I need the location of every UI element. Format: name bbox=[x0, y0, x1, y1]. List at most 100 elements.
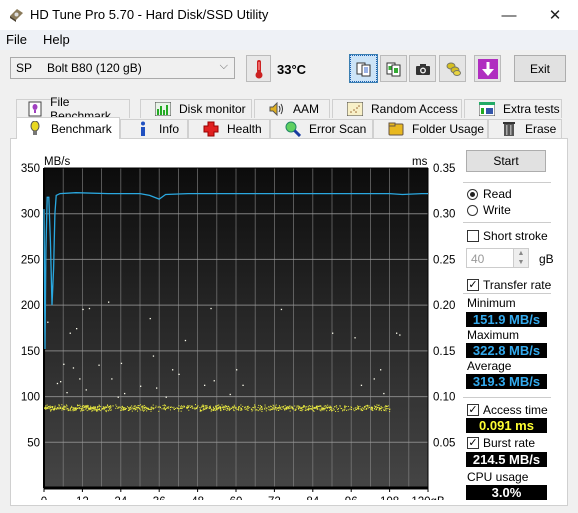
access-time-point bbox=[383, 409, 385, 411]
tab-aam-label: AAM bbox=[293, 102, 320, 116]
access-time-point bbox=[265, 410, 267, 412]
access-time-point bbox=[380, 369, 382, 371]
tab-erase[interactable]: Erase bbox=[488, 119, 562, 138]
access-time-point bbox=[147, 407, 149, 409]
access-time-point bbox=[233, 410, 235, 412]
drive-select[interactable]: SP Bolt B80 (120 gB) ⌵ bbox=[10, 57, 235, 79]
access-time-point bbox=[357, 407, 359, 409]
start-button[interactable]: Start bbox=[466, 150, 546, 172]
divider bbox=[463, 397, 551, 398]
access-time-point bbox=[59, 407, 61, 409]
access-time-point bbox=[228, 408, 230, 410]
tab-extra-tests-label: Extra tests bbox=[503, 102, 560, 116]
screenshot-button[interactable] bbox=[409, 55, 436, 82]
access-time-point bbox=[202, 404, 204, 406]
access-time-point bbox=[142, 405, 144, 407]
tab-benchmark-label: Benchmark bbox=[51, 121, 112, 136]
access-time-checkbox[interactable]: ✓ bbox=[467, 404, 479, 416]
access-time-point bbox=[150, 410, 152, 412]
tab-disk-monitor[interactable]: Disk monitor bbox=[140, 99, 252, 118]
burst-rate-checkbox[interactable]: ✓ bbox=[467, 437, 479, 449]
access-time-point bbox=[98, 408, 100, 410]
access-time-point bbox=[54, 406, 56, 408]
short-stroke-spinner[interactable]: 40 ▲ ▼ bbox=[466, 248, 529, 268]
access-time-point bbox=[312, 407, 314, 409]
close-button[interactable]: ✕ bbox=[532, 0, 578, 30]
spinner-arrows-icon[interactable]: ▲ ▼ bbox=[513, 249, 528, 267]
burst-rate-value: 214.5 MB/s bbox=[466, 452, 547, 467]
access-time-point bbox=[193, 407, 195, 409]
tab-folder-usage[interactable]: Folder Usage bbox=[373, 119, 488, 138]
access-time-point bbox=[357, 406, 359, 408]
exit-button[interactable]: Exit bbox=[514, 55, 566, 82]
benchmark-chart: 350 300 250 200 150 100 50 0.35 0.30 0.25 0.20 0.1… bbox=[21, 156, 456, 500]
tab-extra-tests[interactable]: Extra tests bbox=[464, 99, 562, 118]
access-time-point bbox=[71, 406, 73, 408]
access-time-point bbox=[133, 407, 135, 409]
access-time-point bbox=[168, 407, 170, 409]
minimize-button-2[interactable] bbox=[486, 0, 532, 30]
access-time-point bbox=[189, 405, 191, 407]
copy-text-button[interactable] bbox=[349, 54, 378, 83]
access-time-point bbox=[110, 405, 112, 407]
menu-file[interactable]: File bbox=[6, 32, 27, 47]
access-time-point bbox=[216, 405, 218, 407]
tab-health[interactable]: Health bbox=[188, 119, 270, 138]
y-right-tick-label: 0.25 bbox=[433, 254, 455, 266]
access-time-point bbox=[135, 409, 137, 411]
access-time-point bbox=[65, 408, 67, 410]
access-time-point bbox=[335, 410, 337, 412]
tab-benchmark[interactable]: Benchmark bbox=[16, 117, 120, 139]
access-time-point bbox=[66, 392, 68, 394]
access-time-point bbox=[136, 408, 138, 410]
access-time-point bbox=[91, 408, 93, 410]
access-time-point bbox=[350, 409, 352, 411]
access-time-point bbox=[129, 408, 131, 410]
access-time-point bbox=[365, 406, 367, 408]
options-button[interactable] bbox=[439, 55, 466, 82]
access-time-point bbox=[85, 408, 87, 410]
access-time-point bbox=[127, 410, 129, 412]
tab-info[interactable]: Info bbox=[120, 119, 188, 138]
short-stroke-checkbox[interactable] bbox=[467, 230, 479, 242]
access-time-point bbox=[258, 404, 260, 406]
write-radio[interactable] bbox=[467, 205, 478, 216]
access-time-point bbox=[382, 407, 384, 409]
access-time-point bbox=[174, 408, 176, 410]
access-time-point bbox=[63, 405, 65, 407]
access-time-point bbox=[50, 409, 52, 411]
read-radio[interactable] bbox=[467, 189, 478, 200]
y-left-tick-label: 200 bbox=[21, 300, 40, 312]
tab-aam[interactable]: AAM bbox=[254, 99, 330, 118]
access-time-point bbox=[172, 369, 174, 371]
access-time-point bbox=[365, 405, 367, 407]
tab-random-access[interactable]: Random Access bbox=[332, 99, 462, 118]
short-stroke-unit: gB bbox=[539, 252, 554, 266]
access-time-point bbox=[229, 393, 231, 396]
tab-file-benchmark[interactable]: File Benchmark bbox=[16, 95, 130, 123]
access-time-point bbox=[297, 405, 299, 407]
access-time-point bbox=[162, 404, 164, 406]
tab-random-access-label: Random Access bbox=[371, 102, 458, 116]
access-time-point bbox=[54, 407, 56, 409]
access-time-point bbox=[352, 408, 354, 410]
save-button[interactable] bbox=[474, 55, 501, 82]
access-time-point bbox=[104, 407, 106, 409]
menu-help[interactable]: Help bbox=[43, 32, 70, 47]
access-time-point bbox=[131, 405, 133, 407]
access-time-point bbox=[307, 409, 309, 411]
access-time-point bbox=[299, 407, 301, 409]
transfer-rate-checkbox[interactable]: ✓ bbox=[467, 279, 479, 291]
access-time-point bbox=[140, 385, 142, 387]
copy-screenshot-button[interactable] bbox=[380, 55, 407, 82]
access-time-point bbox=[88, 409, 90, 411]
temperature-button[interactable] bbox=[246, 55, 271, 82]
access-time-point bbox=[375, 405, 377, 407]
access-time-point bbox=[240, 404, 242, 406]
tab-error-scan[interactable]: Error Scan bbox=[270, 119, 373, 138]
access-time-point bbox=[206, 408, 208, 410]
access-time-point bbox=[60, 381, 62, 383]
access-time-point bbox=[306, 406, 308, 408]
trash-icon bbox=[501, 121, 517, 137]
access-time-point bbox=[138, 404, 140, 406]
